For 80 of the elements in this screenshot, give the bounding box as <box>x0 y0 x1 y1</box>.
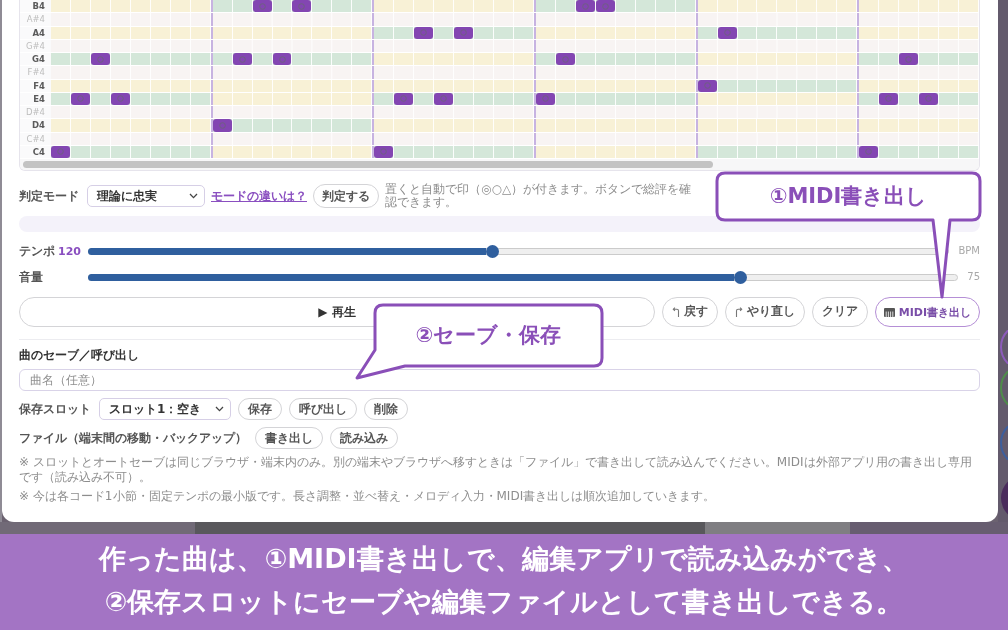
pitch-label: A#4 <box>20 13 51 26</box>
file-label: ファイル（端末間の移動・バックアップ） <box>19 432 247 444</box>
ring-icon <box>601 2 609 10</box>
ring-icon <box>885 95 893 103</box>
chevron-down-icon <box>215 406 224 412</box>
ring-icon <box>278 55 286 63</box>
ring-icon <box>298 2 306 10</box>
ring-icon <box>76 95 84 103</box>
undo-button[interactable]: 戻す <box>661 297 718 327</box>
ring-icon <box>865 148 873 156</box>
redo-button[interactable]: やり直し <box>724 297 805 327</box>
ring-icon <box>703 82 711 90</box>
ring-icon <box>561 55 569 63</box>
ring-icon <box>96 55 104 63</box>
ring-icon <box>218 121 226 129</box>
ring-icon <box>56 148 64 156</box>
ring-icon <box>238 55 246 63</box>
chevron-down-icon <box>189 193 198 199</box>
slider-thumb[interactable] <box>486 244 500 258</box>
note-block[interactable] <box>232 53 252 66</box>
ring-icon <box>925 95 933 103</box>
value-label: 75 <box>967 272 980 282</box>
hint-text: 置くと自動で印（◎○△）が付きます。ボタンで総評を確認できます。 <box>385 183 693 209</box>
clear-button[interactable]: クリア <box>811 297 868 327</box>
slot-action-button[interactable]: 保存 <box>238 398 282 420</box>
unit-label: BPM <box>958 246 980 256</box>
ring-icon <box>400 95 408 103</box>
circle-decoration <box>998 330 1008 364</box>
ring-icon <box>581 2 589 10</box>
slot-label: 保存スロット <box>19 403 91 415</box>
value-label: 120 <box>58 246 81 257</box>
note-block[interactable] <box>595 0 615 13</box>
circle-decoration <box>998 426 1008 460</box>
scrollbar-thumb[interactable] <box>23 161 714 168</box>
mode-help-link[interactable]: モードの違いは？ <box>211 190 307 202</box>
note-block[interactable] <box>292 0 312 13</box>
note-text: ※ 今は各コード1小節・固定テンポの最小版です。長さ調整・並べ替え・メロディ入力・MIDI書き出しは順次追加していきます。 <box>19 489 717 504</box>
judge-button[interactable]: 判定する <box>313 184 379 208</box>
circle-decoration <box>998 371 1008 405</box>
slider-label: 音量 <box>19 271 43 283</box>
ring-icon <box>380 148 388 156</box>
ring-icon <box>116 95 124 103</box>
note-block[interactable] <box>575 0 595 13</box>
mode-label: 判定モード <box>19 190 79 202</box>
file-action-button[interactable]: 書き出し <box>255 427 323 449</box>
pitch-label: D4 <box>20 119 51 132</box>
ring-icon <box>258 2 266 10</box>
pitch-label: B4 <box>20 0 51 13</box>
slider-track[interactable] <box>88 273 959 281</box>
ring-icon <box>440 95 448 103</box>
note-text: ※ スロットとオートセーブは同じブラウザ・端末内のみ。別の端末やブラウザへ移すときは「ファイル」で書き出して読み込んでください。MIDIは外部アプリ用の書き出し専用です（読み込み不可）。 <box>19 455 973 485</box>
note-block[interactable] <box>90 53 110 66</box>
pitch-label: D#4 <box>20 106 51 119</box>
note-block[interactable] <box>899 53 919 66</box>
ring-icon <box>420 29 428 37</box>
circle-decoration <box>998 481 1008 515</box>
ring-icon <box>723 29 731 37</box>
slot-action-button[interactable]: 呼び出し <box>289 398 357 420</box>
slider-label: テンポ <box>19 245 55 257</box>
ring-icon <box>460 29 468 37</box>
ring-icon <box>905 55 913 63</box>
caption-text: 作った曲は、①MIDI書き出しで、編集アプリで読み込みができ、 <box>99 542 909 576</box>
slot-action-button[interactable]: 削除 <box>364 398 408 420</box>
undo-icon <box>671 307 680 317</box>
file-action-button[interactable]: 読み込み <box>330 427 398 449</box>
midi-export-button[interactable]: MIDI書き出し <box>874 297 980 327</box>
note-block[interactable] <box>212 119 232 132</box>
redo-icon <box>734 307 743 317</box>
note-block[interactable] <box>252 0 272 13</box>
note-block[interactable] <box>555 53 575 66</box>
pitch-label: G4 <box>20 53 51 66</box>
note-block[interactable] <box>272 53 292 66</box>
mode-select[interactable]: 理論に忠実 <box>87 185 205 207</box>
slider-thumb[interactable] <box>733 270 747 284</box>
piano-keys-icon <box>883 307 895 317</box>
ring-icon <box>541 95 549 103</box>
callout-text: ①MIDI書き出し <box>769 184 928 209</box>
caption-text: ②保存スロットにセーブや編集ファイルとして書き出しできる。 <box>104 585 904 619</box>
section-title: 曲のセーブ／呼び出し <box>19 348 140 362</box>
slot-select[interactable]: スロット1：空き <box>99 398 231 420</box>
